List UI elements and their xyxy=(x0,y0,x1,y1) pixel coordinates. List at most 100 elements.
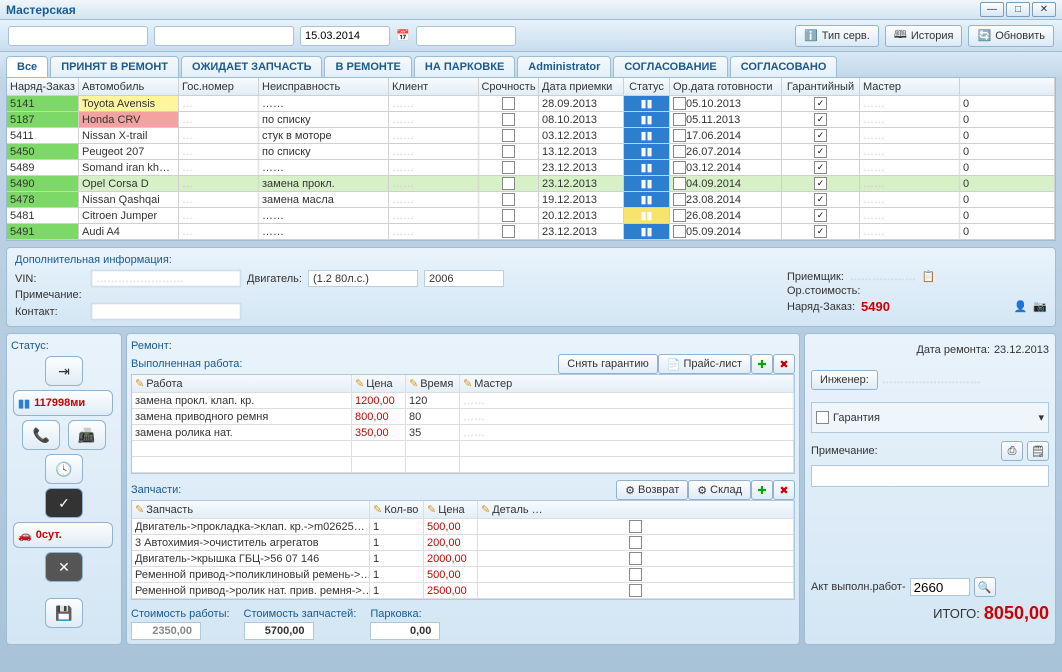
status-btn-phone[interactable]: 📞 xyxy=(22,420,60,450)
part-col-header[interactable]: ✎Цена xyxy=(424,501,478,518)
part-row[interactable]: Ременной привод->поликлиновый ремень->…1… xyxy=(132,567,794,583)
act-input[interactable] xyxy=(910,578,970,596)
part-row[interactable]: 3 Автохимия->очиститель агрегатов1200,00 xyxy=(132,535,794,551)
grid-col-header[interactable]: Ор.дата готовности xyxy=(670,78,782,95)
grid-col-header[interactable]: Наряд-Заказ xyxy=(7,78,79,95)
tab-7[interactable]: СОГЛАСОВАНО xyxy=(730,56,838,77)
work-row[interactable]: замена ролика нат.350,0035…… xyxy=(132,425,794,441)
grid-col-header[interactable]: Гарантийный xyxy=(782,78,860,95)
table-row[interactable]: 5478Nissan Qashqai…замена масла……19.12.2… xyxy=(7,192,1055,208)
attach-button[interactable]: ⎙ xyxy=(1001,441,1023,461)
part-row[interactable]: Ременной привод->ролик нат. прив. ремня-… xyxy=(132,583,794,599)
clipboard-button[interactable]: 🗒 xyxy=(1027,441,1049,461)
grid-col-header[interactable]: Гос.номер xyxy=(179,78,259,95)
grid-col-header[interactable]: Клиент xyxy=(389,78,479,95)
work-row[interactable]: замена прокл. клап. кр.1200,00120…… xyxy=(132,393,794,409)
tab-1[interactable]: ПРИНЯТ В РЕМОНТ xyxy=(50,56,179,77)
table-row[interactable]: 5490Opel Corsa D…замена прокл.……23.12.20… xyxy=(7,176,1055,192)
add-part-button[interactable]: ✚ xyxy=(751,480,773,500)
gear-icon: ⚙ xyxy=(697,484,707,497)
part-col-header[interactable]: ✎Кол-во xyxy=(370,501,424,518)
engineer-button[interactable]: Инженер: xyxy=(811,370,878,390)
photo-icon[interactable]: 📷 xyxy=(1033,300,1047,313)
right-note-input[interactable] xyxy=(811,465,1049,487)
parking-value: 0,00 xyxy=(370,622,440,640)
grid-col-header[interactable]: Статус xyxy=(624,78,670,95)
act-search-button[interactable]: 🔍 xyxy=(974,577,996,597)
work-row[interactable]: замена приводного ремня800,0080…… xyxy=(132,409,794,425)
table-row[interactable]: 5411Nissan X-trail…стук в моторе……03.12.… xyxy=(7,128,1055,144)
work-col-header[interactable]: ✎Работа xyxy=(132,375,352,392)
user-icon[interactable]: 👤 xyxy=(1014,300,1028,313)
warranty-checkbox[interactable] xyxy=(816,411,829,424)
repair-title: Ремонт: xyxy=(131,340,795,352)
notepad-icon[interactable]: 📋 xyxy=(922,270,936,283)
status-btn-logout[interactable]: ⇥ xyxy=(45,356,83,386)
filter-dropdown-2[interactable] xyxy=(154,26,294,46)
days-button[interactable]: 🚗 0сут. xyxy=(13,522,113,548)
refresh-button[interactable]: 🔄Обновить xyxy=(968,25,1054,47)
grid-col-header[interactable]: Неисправность xyxy=(259,78,389,95)
total-label: ИТОГО: xyxy=(933,606,980,621)
gauge-icon: ▮▮ xyxy=(18,397,30,410)
warranty-label: Гарантия xyxy=(833,412,880,424)
type-service-button[interactable]: ℹ️Тип серв. xyxy=(795,25,879,47)
order-number: 5490 xyxy=(861,299,890,314)
add-work-button[interactable]: ✚ xyxy=(751,354,773,374)
filter-dropdown-3[interactable] xyxy=(416,26,516,46)
tab-0[interactable]: Все xyxy=(6,56,48,77)
status-btn-calc[interactable]: 📠 xyxy=(68,420,106,450)
tab-6[interactable]: СОГЛАСОВАНИЕ xyxy=(613,56,727,77)
table-row[interactable]: 5481Citroen Jumper……………20.12.2013▮▮ 26.0… xyxy=(7,208,1055,224)
grid-col-header[interactable]: Автомобиль xyxy=(79,78,179,95)
delete-part-button[interactable]: ✖ xyxy=(773,480,795,500)
close-button[interactable]: ✕ xyxy=(1032,2,1056,17)
minimize-button[interactable]: — xyxy=(980,2,1004,17)
year-value: 2006 xyxy=(424,270,504,287)
history-button[interactable]: 🕮История xyxy=(885,25,963,47)
dropdown-icon[interactable]: ▾ xyxy=(1038,411,1044,424)
status-btn-check[interactable]: ✓ xyxy=(45,488,83,518)
part-row[interactable]: Двигатель->крышка ГБЦ->56 07 14612000,00 xyxy=(132,551,794,567)
parking-label: Парковка: xyxy=(370,608,440,620)
mileage-button[interactable]: ▮▮ 117998ми xyxy=(13,390,113,416)
maximize-button[interactable]: □ xyxy=(1006,2,1030,17)
delete-work-button[interactable]: ✖ xyxy=(773,354,795,374)
work-col-header[interactable]: ✎Мастер xyxy=(460,375,794,392)
window-titlebar: Мастерская — □ ✕ xyxy=(0,0,1062,20)
warehouse-button[interactable]: ⚙Склад xyxy=(688,480,751,500)
return-button[interactable]: ⚙Возврат xyxy=(616,480,688,500)
save-button[interactable]: 💾 xyxy=(45,598,83,628)
table-row[interactable]: 5187Honda CRV…по списку……08.10.2013▮▮ 05… xyxy=(7,112,1055,128)
table-row[interactable]: 5450Peugeot 207…по списку……13.12.2013▮▮ … xyxy=(7,144,1055,160)
part-col-header[interactable]: ✎Деталь … xyxy=(478,501,794,518)
tab-2[interactable]: ОЖИДАЕТ ЗАПЧАСТЬ xyxy=(181,56,322,77)
repair-panel: Ремонт: Выполненная работа: Снять гарант… xyxy=(126,333,800,645)
price-list-button[interactable]: 📄Прайс-лист xyxy=(658,354,751,374)
info-icon: ℹ️ xyxy=(804,29,818,42)
order-label: Наряд-Заказ: xyxy=(787,301,855,313)
tab-4[interactable]: НА ПАРКОВКЕ xyxy=(414,56,515,77)
table-row[interactable]: 5491Audi A4……………23.12.2013▮▮ 05.09.2014…… xyxy=(7,224,1055,240)
tab-5[interactable]: Administrator xyxy=(517,56,611,77)
grid-col-header[interactable]: Мастер xyxy=(860,78,960,95)
calendar-icon[interactable]: 📅 xyxy=(396,29,410,42)
part-col-header[interactable]: ✎Запчасть xyxy=(132,501,370,518)
remove-warranty-button[interactable]: Снять гарантию xyxy=(558,354,657,374)
grid-col-header[interactable]: Срочность xyxy=(479,78,539,95)
grid-col-header[interactable]: Дата приемки xyxy=(539,78,624,95)
status-btn-close[interactable]: ✕ xyxy=(45,552,83,582)
right-note-label: Примечание: xyxy=(811,445,878,457)
filter-dropdown-1[interactable] xyxy=(8,26,148,46)
act-label: Акт выполн.работ- xyxy=(811,581,906,593)
work-col-header[interactable]: ✎Время xyxy=(406,375,460,392)
tab-3[interactable]: В РЕМОНТЕ xyxy=(324,56,411,77)
date-input[interactable] xyxy=(300,26,390,46)
status-btn-clock[interactable]: 🕓 xyxy=(45,454,83,484)
engine-value: (1.2 80л.с.) xyxy=(308,270,418,287)
gear-icon: ⚙ xyxy=(625,484,635,497)
table-row[interactable]: 5141Toyota Avensis……………28.09.2013▮▮ 05.1… xyxy=(7,96,1055,112)
work-col-header[interactable]: ✎Цена xyxy=(352,375,406,392)
part-row[interactable]: Двигатель->прокладка->клап. кр.->m02625…… xyxy=(132,519,794,535)
table-row[interactable]: 5489Somand iran kh………………23.12.2013▮▮ 03.… xyxy=(7,160,1055,176)
